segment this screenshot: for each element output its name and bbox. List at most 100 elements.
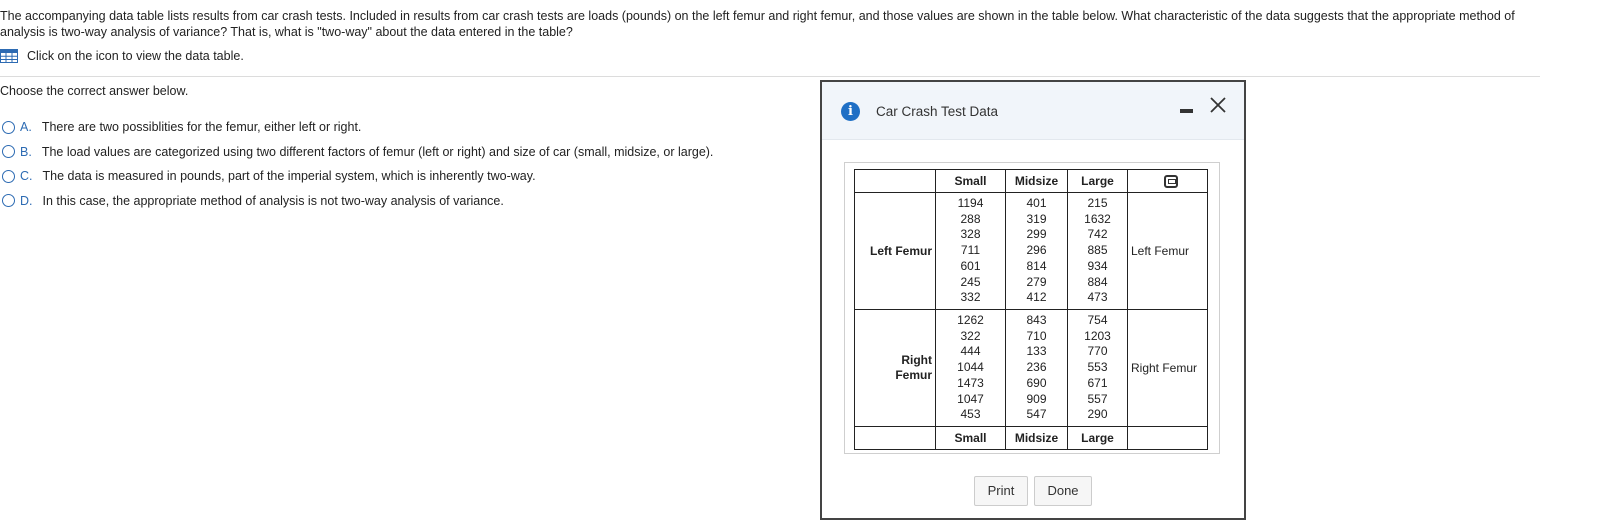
value: 296 (1026, 243, 1047, 258)
option-b[interactable]: B. The load values are categorized using… (0, 140, 713, 165)
value: 279 (1026, 274, 1047, 289)
value: 299 (1026, 227, 1047, 242)
minimize-icon[interactable] (1180, 109, 1193, 113)
data-table-link-text[interactable]: Click on the icon to view the data table… (27, 49, 244, 63)
option-letter: A. (20, 120, 32, 135)
value: 1473 (957, 375, 984, 390)
column-header: Midsize (1005, 169, 1068, 193)
value: 412 (1026, 290, 1047, 305)
value: 843 (1026, 313, 1047, 328)
value: 401 (1026, 196, 1047, 211)
value: 711 (960, 243, 981, 258)
row-label: Left Femur (854, 192, 936, 310)
crash-data-table: Small Midsize Large Left Femur 1194 288 … (854, 169, 1208, 450)
option-letter: D. (20, 193, 33, 208)
option-a[interactable]: A. There are two possiblities for the fe… (0, 115, 713, 140)
option-c[interactable]: C. The data is measured in pounds, part … (0, 164, 713, 189)
close-icon[interactable] (1208, 95, 1228, 115)
option-letter: C. (20, 169, 33, 184)
row-label-right: Right Femur (1127, 309, 1208, 427)
answer-options: A. There are two possiblities for the fe… (0, 115, 713, 213)
radio-d[interactable] (2, 194, 15, 208)
cell-large: 215 1632 742 885 934 884 473 (1067, 192, 1128, 310)
copy-cell (1127, 169, 1208, 193)
table-frame: Small Midsize Large Left Femur 1194 288 … (844, 162, 1220, 454)
value: 884 (1087, 274, 1108, 289)
option-d[interactable]: D. In this case, the appropriate method … (0, 189, 713, 214)
value: 288 (960, 211, 981, 226)
cell-small: 1194 288 328 711 601 245 332 (935, 192, 1006, 310)
value: 601 (960, 258, 981, 273)
radio-c[interactable] (2, 169, 15, 183)
value: 754 (1087, 313, 1108, 328)
value: 690 (1026, 375, 1047, 390)
cell-small: 1262 322 444 1044 1473 1047 453 (935, 309, 1006, 427)
value: 909 (1026, 391, 1047, 406)
value: 290 (1087, 407, 1108, 422)
column-footer: Large (1067, 426, 1128, 450)
corner-cell (1127, 426, 1208, 450)
value: 328 (960, 227, 981, 242)
option-text: In this case, the appropriate method of … (42, 193, 504, 208)
table-footer-row: Small Midsize Large (854, 426, 1208, 450)
value: 1047 (957, 391, 984, 406)
choose-label: Choose the correct answer below. (0, 84, 189, 98)
value: 215 (1087, 196, 1108, 211)
value: 133 (1026, 344, 1047, 359)
cell-midsize: 843 710 133 236 690 909 547 (1005, 309, 1068, 427)
data-dialog: i Car Crash Test Data Small Midsize Larg… (820, 80, 1246, 520)
corner-cell (854, 169, 936, 193)
value: 245 (960, 274, 981, 289)
row-label-line: Femur (895, 368, 932, 382)
dialog-header: i Car Crash Test Data (822, 82, 1244, 140)
row-label: Right Femur (854, 309, 936, 427)
data-table-link[interactable]: Click on the icon to view the data table… (0, 48, 244, 64)
value: 236 (1026, 360, 1047, 375)
value: 1262 (957, 313, 984, 328)
option-text: There are two possiblities for the femur… (41, 120, 362, 135)
print-button[interactable]: Print (974, 476, 1028, 506)
value: 473 (1087, 290, 1108, 305)
question-text: The accompanying data table lists result… (0, 9, 1515, 39)
value: 332 (960, 290, 981, 305)
table-row: Right Femur 1262 322 444 1044 1473 1047 … (854, 309, 1208, 427)
radio-a[interactable] (2, 120, 15, 134)
value: 553 (1087, 360, 1108, 375)
column-header: Small (935, 169, 1006, 193)
value: 742 (1087, 227, 1108, 242)
value: 453 (960, 407, 981, 422)
option-text: The load values are categorized using tw… (41, 144, 714, 159)
value: 1632 (1084, 211, 1111, 226)
done-button[interactable]: Done (1034, 476, 1092, 506)
corner-cell (854, 426, 936, 450)
value: 1203 (1084, 328, 1111, 343)
value: 710 (1026, 328, 1047, 343)
table-icon[interactable] (0, 49, 18, 63)
value: 1044 (957, 360, 984, 375)
value: 671 (1087, 375, 1108, 390)
cell-midsize: 401 319 299 296 814 279 412 (1005, 192, 1068, 310)
value: 322 (960, 328, 981, 343)
column-footer: Small (935, 426, 1006, 450)
table-header-row: Small Midsize Large (854, 169, 1208, 193)
row-label-line: Right (901, 353, 932, 367)
value: 934 (1087, 258, 1108, 273)
option-text: The data is measured in pounds, part of … (42, 169, 536, 184)
option-letter: B. (20, 144, 32, 159)
dialog-title: Car Crash Test Data (876, 104, 999, 119)
value: 885 (1087, 243, 1108, 258)
table-row: Left Femur 1194 288 328 711 601 245 332 … (854, 192, 1208, 310)
value: 547 (1026, 407, 1047, 422)
value: 557 (1087, 391, 1108, 406)
value: 770 (1087, 344, 1108, 359)
column-header: Large (1067, 169, 1128, 193)
value: 444 (960, 344, 981, 359)
value: 319 (1026, 211, 1047, 226)
info-icon: i (841, 102, 860, 121)
copy-icon[interactable] (1164, 175, 1178, 189)
column-footer: Midsize (1005, 426, 1068, 450)
value: 814 (1026, 258, 1047, 273)
radio-b[interactable] (2, 145, 15, 159)
cell-large: 754 1203 770 553 671 557 290 (1067, 309, 1128, 427)
divider (0, 76, 1540, 77)
